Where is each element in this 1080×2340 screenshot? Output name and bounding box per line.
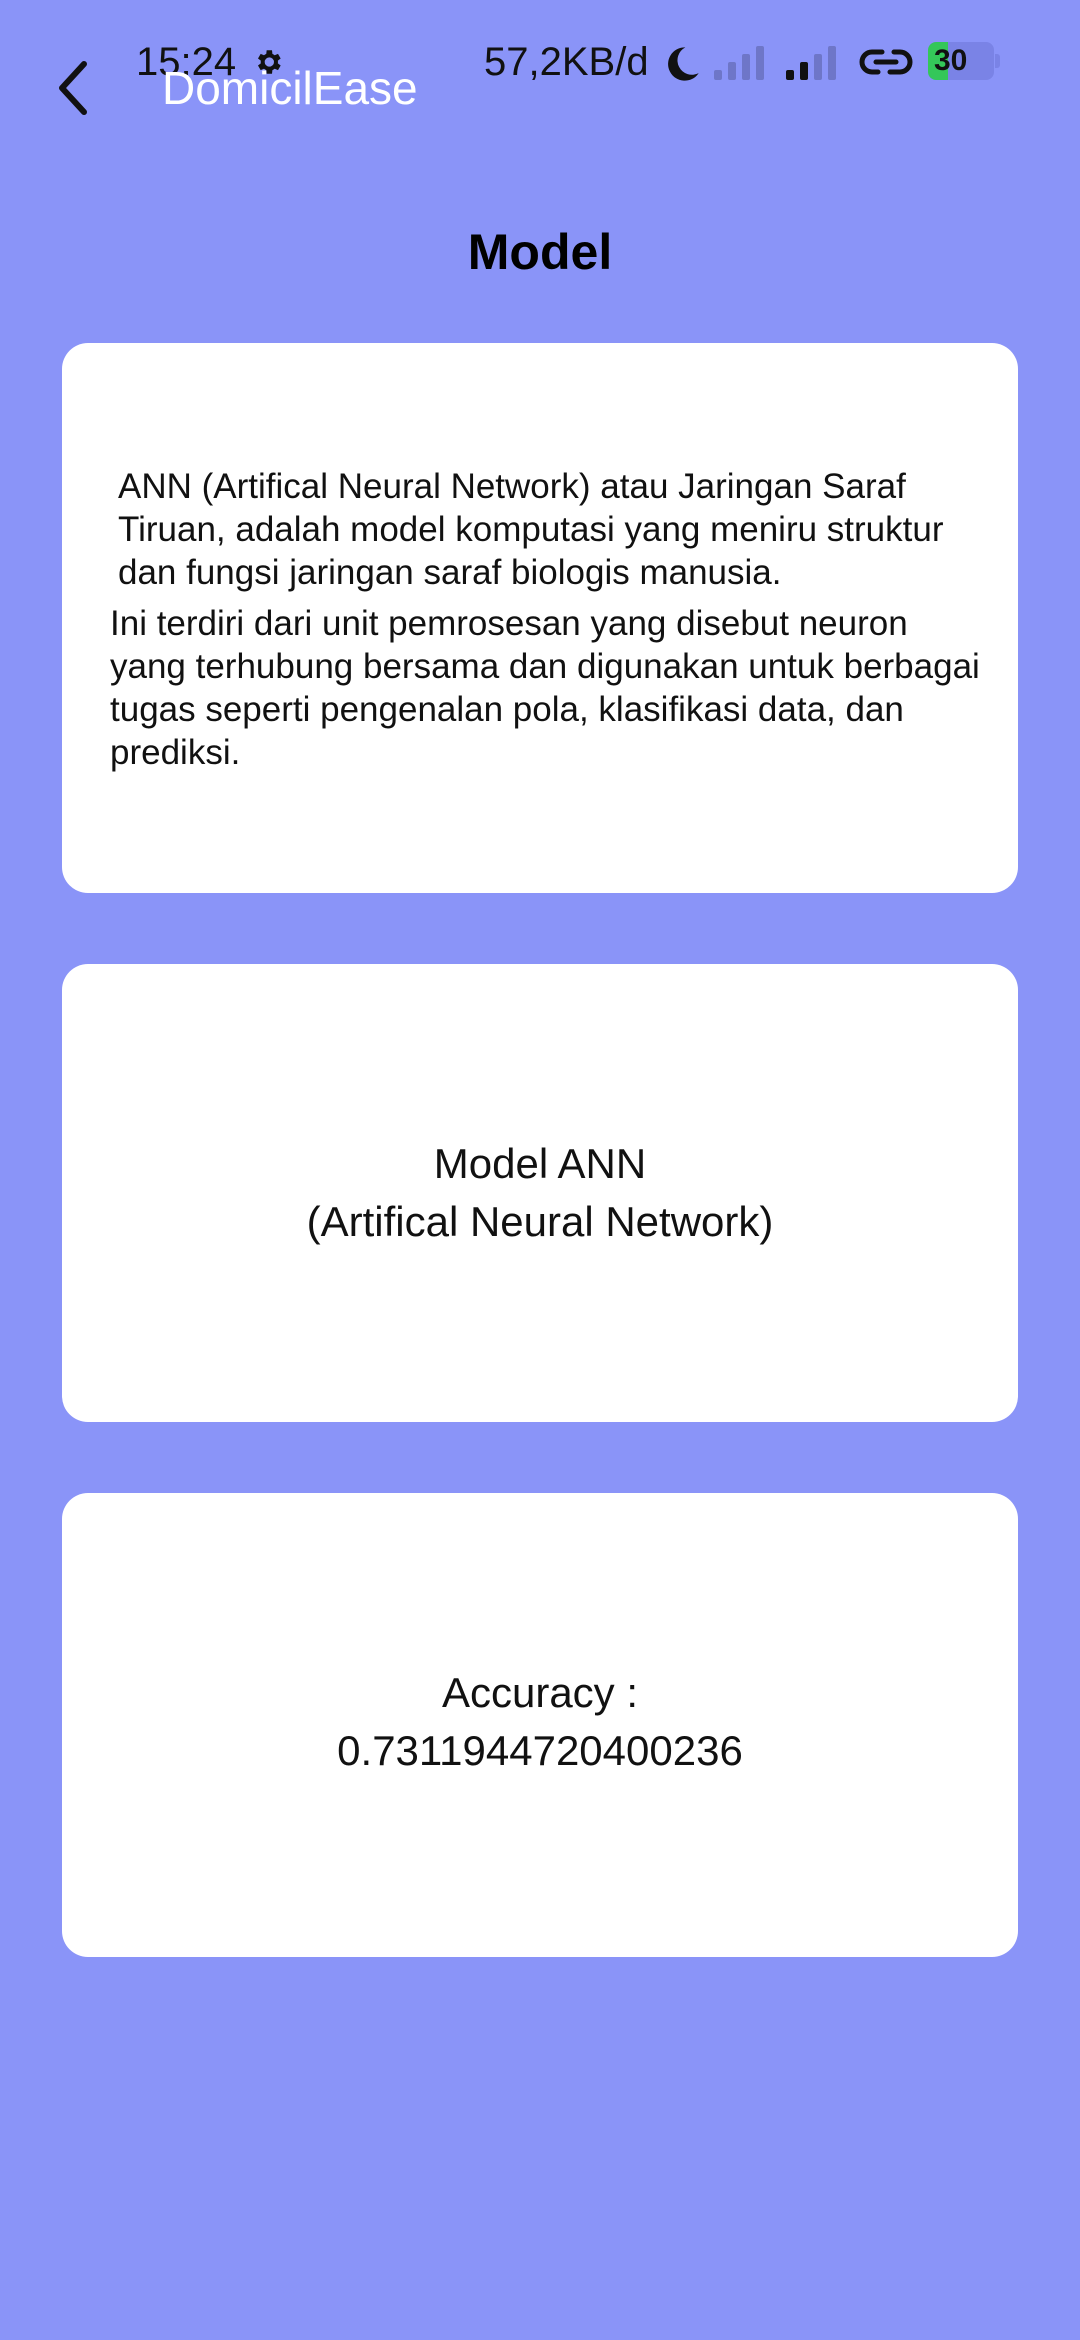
page-title: Model <box>467 224 613 280</box>
accuracy-card: Accuracy : 0.7311944720400236 <box>62 1493 1018 1957</box>
battery-level: 30 <box>934 44 968 77</box>
signal-icon <box>714 46 764 80</box>
app-title: DomicilEase <box>162 62 418 114</box>
chevron-left-icon <box>59 61 87 115</box>
signal-icon <box>786 46 836 80</box>
network-speed: 57,2KB/d <box>484 40 649 84</box>
description-paragraph: ANN (Artifical Neural Network) atau Jari… <box>118 467 944 592</box>
model-name-line: Model ANN <box>433 1140 647 1187</box>
description-paragraph: Ini terdiri dari unit pemrosesan yang di… <box>110 604 980 772</box>
description-card: ANN (Artifical Neural Network) atau Jari… <box>62 343 1018 893</box>
back-button[interactable] <box>44 50 104 126</box>
description-text: ANN (Artifical Neural Network) atau Jari… <box>110 465 990 774</box>
battery-charging-icon: 30 <box>928 42 1000 82</box>
link-icon <box>859 49 913 75</box>
moon-icon <box>668 47 699 81</box>
accuracy-value: 0.7311944720400236 <box>337 1727 743 1774</box>
model-name: Model ANN (Artifical Neural Network) <box>62 1135 1018 1251</box>
accuracy-display: Accuracy : 0.7311944720400236 <box>62 1664 1018 1780</box>
accuracy-label: Accuracy : <box>441 1669 639 1716</box>
model-card[interactable]: Model ANN (Artifical Neural Network) <box>62 964 1018 1422</box>
model-name-line: (Artifical Neural Network) <box>306 1198 774 1245</box>
